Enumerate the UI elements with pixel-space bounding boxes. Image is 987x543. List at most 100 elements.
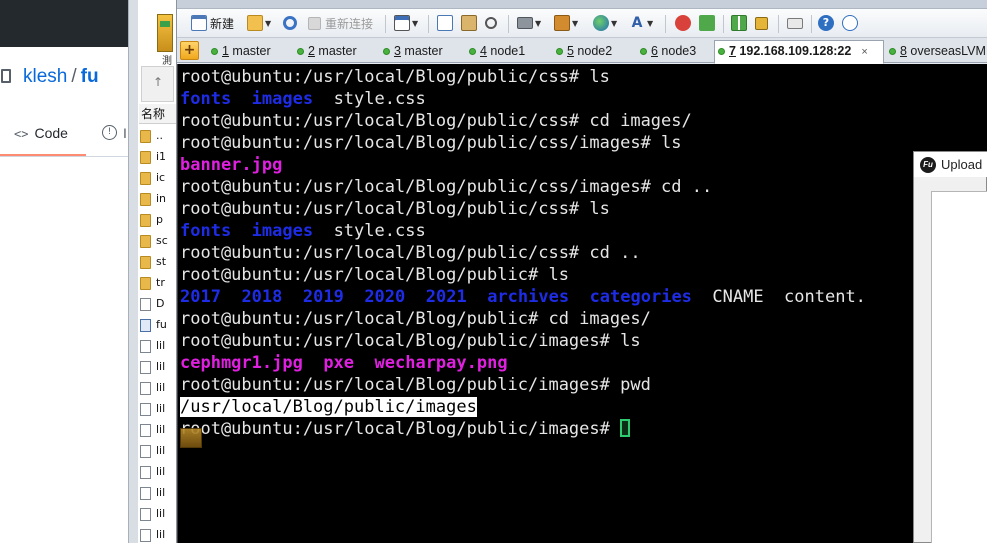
file-list-item[interactable]: lil [140, 335, 176, 356]
file-list-item[interactable]: lil [140, 419, 176, 440]
window-titlebar[interactable] [177, 0, 987, 9]
session-tab-4[interactable]: 4 node1 [466, 41, 525, 63]
terminal-text: root@ubuntu:/usr/local/Blog/public/image… [180, 419, 621, 439]
file-list-item[interactable]: p [140, 209, 176, 230]
lock-button[interactable] [755, 13, 768, 33]
file-list-item[interactable]: lil [140, 503, 176, 524]
session-tab-8[interactable]: 8 overseasLVM [886, 41, 986, 63]
file-list-item[interactable]: tr [140, 272, 176, 293]
arrow-up-icon[interactable]: ↑ [153, 75, 163, 89]
reconnect-label: 重新连接 [325, 16, 374, 31]
file-icon [140, 507, 151, 521]
file-list-item[interactable]: lil [140, 440, 176, 461]
tab-number: 8 [900, 44, 907, 58]
file-name: D [156, 297, 165, 310]
file-name: lil [156, 381, 166, 394]
session-tab-2[interactable]: 2 master [294, 41, 357, 63]
find-button[interactable] [485, 13, 497, 33]
file-list-item[interactable]: lil [140, 524, 176, 543]
connected-status-icon [556, 48, 563, 55]
file-list-item[interactable]: ic [140, 167, 176, 188]
file-list-item[interactable]: D [140, 293, 176, 314]
toolbar-separator [811, 15, 812, 33]
tab-issues-label-fragment[interactable]: I [123, 125, 127, 141]
globe-button[interactable]: ▼ [593, 13, 617, 33]
session-tab-7[interactable]: 7 192.168.109.128:22 × [714, 40, 884, 64]
terminal-text: root@ubuntu:/usr/local/Blog/public# cd i… [180, 309, 651, 329]
toolbar-separator [385, 15, 386, 33]
keyboard-icon [787, 17, 803, 29]
copy-button[interactable] [437, 13, 453, 33]
file-list-item[interactable]: lil [140, 377, 176, 398]
file-list-item[interactable]: sc [140, 230, 176, 251]
scroll-up-area[interactable]: ↑ [141, 66, 174, 102]
session-tab-5[interactable]: 5 node2 [553, 41, 612, 63]
file-list-item[interactable]: .. [140, 125, 176, 146]
close-tab-icon[interactable]: × [861, 46, 867, 58]
layout-button[interactable] [731, 13, 747, 33]
session-tab-1[interactable]: 1 master [208, 41, 271, 63]
terminal-line: banner.jpg [180, 154, 282, 176]
file-icon [140, 381, 151, 395]
session-tab-3[interactable]: 3 master [380, 41, 443, 63]
file-list-item[interactable]: lil [140, 356, 176, 377]
printer-icon [517, 17, 533, 29]
file-name: in [156, 192, 167, 205]
add-tab-button[interactable]: + [180, 41, 199, 60]
connected-status-icon [297, 48, 304, 55]
file-list-item[interactable]: i1 [140, 146, 176, 167]
folder-icon [140, 150, 151, 164]
repo-owner-link[interactable]: klesh [23, 66, 67, 87]
tab-code[interactable]: <> Code [14, 125, 68, 141]
paste-button[interactable] [461, 13, 477, 33]
file-list-item[interactable]: lil [140, 461, 176, 482]
chat-button[interactable] [842, 13, 858, 33]
reconnect-button[interactable]: 重新连接 [308, 13, 373, 33]
properties-button[interactable]: ▼ [394, 13, 418, 33]
file-name: lil [156, 339, 166, 352]
font-button[interactable]: A ▼ [629, 13, 654, 33]
upload-window-title: Upload [941, 157, 983, 172]
file-icon [140, 528, 151, 542]
tab-label: master [228, 44, 271, 58]
dropdown-caret-icon: ▼ [265, 18, 272, 28]
issues-icon[interactable]: ! [102, 125, 117, 140]
xftp-button[interactable] [675, 13, 691, 33]
repo-name-link[interactable]: fu [81, 66, 99, 87]
file-list-item[interactable]: lil [140, 398, 176, 419]
file-list-item[interactable]: fu [140, 314, 176, 335]
terminal-text: root@ubuntu:/usr/local/Blog/public/css# … [180, 243, 641, 263]
print-button[interactable]: ▼ [517, 13, 541, 33]
keyboard-button[interactable] [787, 13, 803, 33]
file-name: lil [156, 402, 166, 415]
session-tab-6[interactable]: 6 node3 [637, 41, 696, 63]
connected-status-icon [383, 48, 390, 55]
xmanager-button[interactable] [699, 13, 715, 33]
tab-number: 6 [651, 44, 658, 58]
help-button[interactable]: ? [818, 13, 834, 33]
file-list-item[interactable]: st [140, 251, 176, 272]
archive-app-icon[interactable] [157, 14, 173, 52]
upload-window-titlebar[interactable]: Fu Upload [914, 152, 987, 177]
file-list-item[interactable]: in [140, 188, 176, 209]
open-session-button[interactable]: ▼ [247, 13, 271, 33]
file-list-item[interactable]: lil [140, 482, 176, 503]
new-session-button[interactable]: 新建 [191, 13, 234, 33]
column-header-name[interactable]: 名称 [139, 104, 176, 124]
terminal-output[interactable]: root@ubuntu:/usr/local/Blog/public/css# … [177, 64, 987, 543]
file-name: lil [156, 465, 166, 478]
selected-text: /usr/local/Blog/public/images [180, 397, 477, 417]
file-entry: wecharpay.png [374, 353, 508, 373]
transfer-button[interactable]: ▼ [554, 13, 578, 33]
repo-breadcrumb: klesh / fu [23, 66, 99, 88]
connect-button[interactable] [283, 13, 297, 33]
upload-drop-area[interactable] [931, 191, 987, 543]
terminal-line: root@ubuntu:/usr/local/Blog/public# ls [180, 264, 569, 286]
connected-status-icon [211, 48, 218, 55]
terminal-text: root@ubuntu:/usr/local/Blog/public/image… [180, 375, 651, 395]
connected-status-icon [889, 48, 896, 55]
folder-open-icon [247, 15, 263, 31]
upload-window: Fu Upload [913, 151, 987, 543]
floating-tray-icon[interactable] [180, 428, 202, 448]
